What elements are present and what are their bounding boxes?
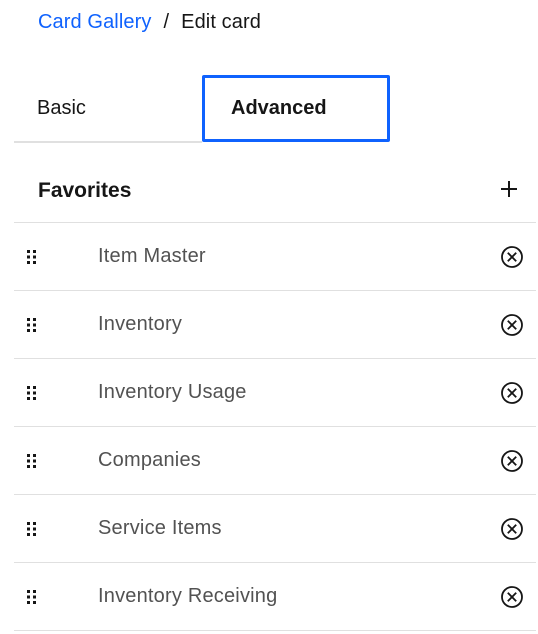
draggable-icon[interactable] [26, 589, 38, 605]
tab-list: Basic Advanced [14, 75, 390, 143]
add-favorite-button[interactable] [496, 176, 522, 202]
favorites-header: Favorites [14, 160, 536, 223]
list-item-label: Inventory Usage [98, 381, 247, 403]
favorites-title: Favorites [38, 179, 132, 202]
list-item: Companies [14, 427, 536, 495]
close-outline-icon [501, 314, 523, 336]
plus-icon [501, 181, 517, 197]
breadcrumb-separator: / [163, 10, 170, 33]
tab-basic[interactable]: Basic [14, 75, 202, 143]
list-item: Inventory [14, 291, 536, 359]
tab-advanced[interactable]: Advanced [202, 75, 390, 142]
list-item: Item Master [14, 223, 536, 291]
close-outline-icon [501, 246, 523, 268]
close-outline-icon [501, 518, 523, 540]
favorites-list: Item Master Inventory Inventory Usage Compa… [14, 223, 536, 631]
remove-favorite-button[interactable] [500, 517, 524, 541]
list-item: Inventory Usage [14, 359, 536, 427]
list-item-label: Inventory [98, 313, 183, 335]
tab-basic-label: Basic [37, 96, 86, 119]
close-outline-icon [501, 586, 523, 608]
list-item-label: Companies [98, 449, 201, 471]
draggable-icon[interactable] [26, 249, 38, 265]
remove-favorite-button[interactable] [500, 449, 524, 473]
remove-favorite-button[interactable] [500, 585, 524, 609]
draggable-icon[interactable] [26, 385, 38, 401]
list-item-label: Service Items [98, 517, 222, 539]
breadcrumb-link-card-gallery[interactable]: Card Gallery [38, 11, 151, 34]
draggable-icon[interactable] [26, 453, 38, 469]
close-outline-icon [501, 450, 523, 472]
draggable-icon[interactable] [26, 317, 38, 333]
list-item: Inventory Receiving [14, 563, 536, 631]
remove-favorite-button[interactable] [500, 313, 524, 337]
draggable-icon[interactable] [26, 521, 38, 537]
list-item-label: Item Master [98, 245, 206, 267]
tab-advanced-label: Advanced [231, 97, 327, 119]
remove-favorite-button[interactable] [500, 245, 524, 269]
breadcrumb: Card Gallery / Edit card [38, 8, 261, 36]
list-item: Service Items [14, 495, 536, 563]
close-outline-icon [501, 382, 523, 404]
breadcrumb-current-page: Edit card [181, 10, 261, 33]
remove-favorite-button[interactable] [500, 381, 524, 405]
list-item-label: Inventory Receiving [98, 585, 278, 607]
